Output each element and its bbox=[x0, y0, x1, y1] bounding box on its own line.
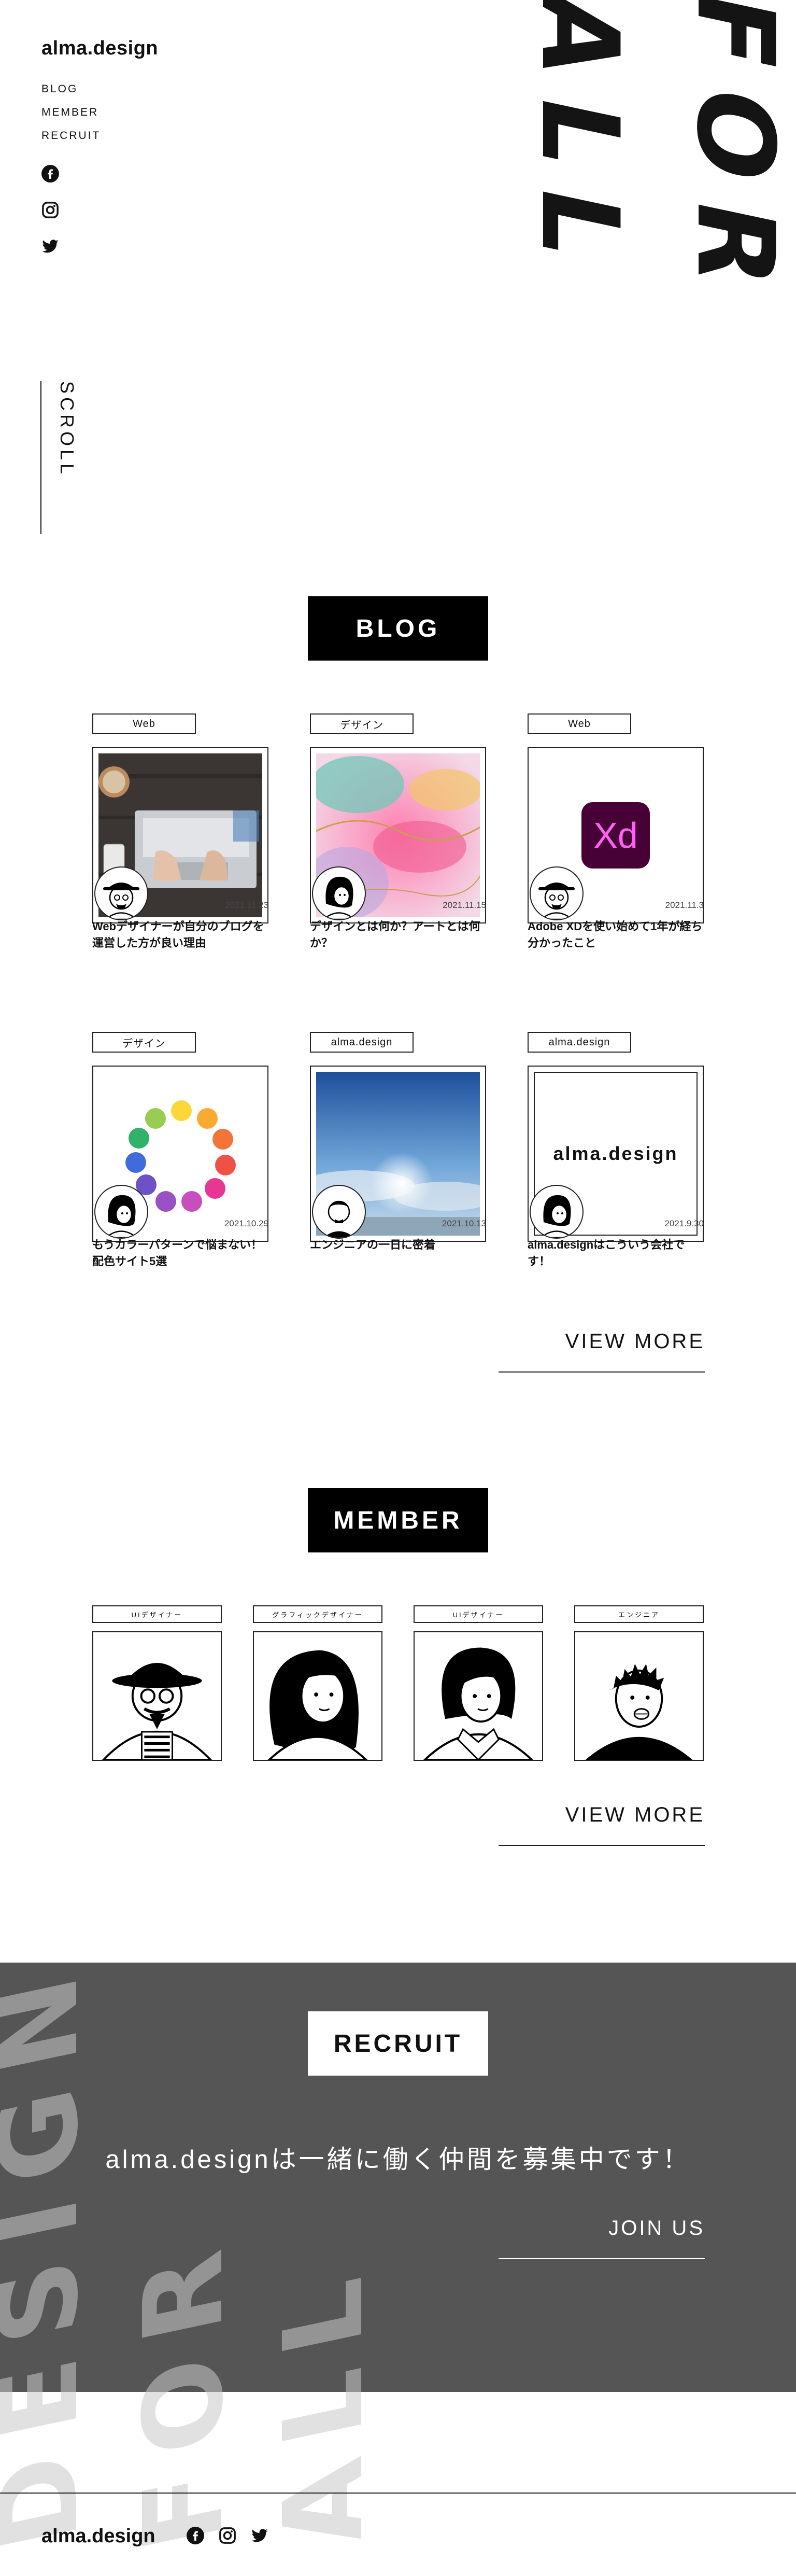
member-section-title: MEMBER bbox=[308, 1488, 488, 1552]
woman-long-hair-illustration[interactable] bbox=[253, 1631, 382, 1761]
man-curly-hair-illustration[interactable] bbox=[574, 1631, 704, 1761]
post-tag[interactable]: Web bbox=[92, 713, 196, 734]
post-title[interactable]: エンジニアの一日に密着 bbox=[310, 1237, 486, 1253]
post-tag[interactable]: alma.design bbox=[310, 1032, 414, 1053]
post-date: 2021.10.13 bbox=[442, 1219, 486, 1228]
facebook-icon[interactable] bbox=[187, 2527, 204, 2544]
post-title[interactable]: デザインとは何か？アートとは何か？ bbox=[310, 918, 486, 951]
post-title[interactable]: alma.designはこういう会社です！ bbox=[528, 1237, 704, 1270]
author-avatar bbox=[530, 866, 584, 920]
man-hat-glasses-illustration[interactable] bbox=[92, 1631, 222, 1761]
recruit-section: RECRUIT alma.designは一緒に働く仲間を募集中です！ JOIN … bbox=[0, 1963, 796, 2392]
post-title[interactable]: もうカラーパターンで悩まない！配色サイト5選 bbox=[92, 1237, 268, 1270]
hero-line-design: DESIGN bbox=[777, 0, 796, 613]
recruit-section-title: RECRUIT bbox=[308, 2011, 488, 2076]
twitter-icon[interactable] bbox=[251, 2527, 268, 2544]
blog-section-title: BLOG bbox=[308, 596, 488, 661]
post-tag[interactable]: デザイン bbox=[92, 1032, 196, 1053]
twitter-icon[interactable] bbox=[41, 237, 59, 255]
instagram-icon[interactable] bbox=[41, 201, 59, 219]
author-avatar bbox=[94, 866, 148, 920]
nav-member[interactable]: MEMBER bbox=[41, 106, 101, 119]
nav-recruit[interactable]: RECRUIT bbox=[41, 130, 101, 142]
hero-typography: DESIGN FOR ALL bbox=[352, 0, 796, 613]
post-date: 2021.10.29 bbox=[224, 1219, 268, 1228]
member-role: UIデザイナー bbox=[92, 1605, 222, 1623]
post-tag[interactable]: alma.design bbox=[528, 1032, 631, 1053]
recruit-message: alma.designは一緒に働く仲間を募集中です！ bbox=[105, 2146, 691, 2174]
author-avatar bbox=[312, 866, 366, 920]
member-role: グラフィックデザイナー bbox=[253, 1605, 382, 1623]
member-role: UIデザイナー bbox=[414, 1605, 543, 1623]
header-social-links bbox=[41, 165, 59, 274]
post-title[interactable]: Adobe XDを使い始めて1年が経ち分かったこと bbox=[528, 918, 704, 951]
post-date: 2021.11.15 bbox=[443, 900, 486, 910]
blog-view-more-link[interactable]: VIEW MORE bbox=[499, 1330, 705, 1373]
post-date: 2021.11.3 bbox=[665, 900, 704, 910]
member-role: エンジニア bbox=[574, 1605, 704, 1623]
card-brand-text: alma.design bbox=[553, 1143, 678, 1164]
footer-divider bbox=[0, 2493, 796, 2494]
author-avatar bbox=[312, 1185, 366, 1239]
post-tag[interactable]: デザイン bbox=[310, 713, 414, 734]
hero-line-for: FOR bbox=[673, 0, 796, 320]
join-us-link[interactable]: JOIN US bbox=[499, 2217, 705, 2259]
scroll-indicator[interactable]: SCROLL bbox=[40, 381, 78, 534]
post-tag[interactable]: Web bbox=[528, 713, 631, 734]
author-avatar bbox=[530, 1185, 584, 1239]
facebook-icon[interactable] bbox=[41, 165, 59, 183]
scroll-label: SCROLL bbox=[56, 381, 78, 478]
hero-line-all: ALL bbox=[518, 0, 641, 293]
instagram-icon[interactable] bbox=[219, 2527, 236, 2544]
post-date: 2021.9.30 bbox=[664, 1219, 704, 1228]
post-title[interactable]: Webデザイナーが自分のブログを運営した方が良い理由 bbox=[92, 918, 268, 951]
woman-collar-illustration[interactable] bbox=[414, 1631, 543, 1761]
footer-social-links bbox=[187, 2527, 268, 2544]
nav-blog[interactable]: BLOG bbox=[41, 83, 101, 95]
post-date: 2021.11.23 bbox=[225, 900, 268, 910]
author-avatar bbox=[94, 1185, 148, 1239]
xd-logo-text: Xd bbox=[593, 815, 638, 856]
global-nav: BLOG MEMBER RECRUIT bbox=[41, 83, 101, 153]
site-logo[interactable]: alma.design bbox=[41, 37, 158, 60]
member-view-more-link[interactable]: VIEW MORE bbox=[499, 1803, 705, 1846]
footer-logo[interactable]: alma.design bbox=[41, 2525, 155, 2547]
